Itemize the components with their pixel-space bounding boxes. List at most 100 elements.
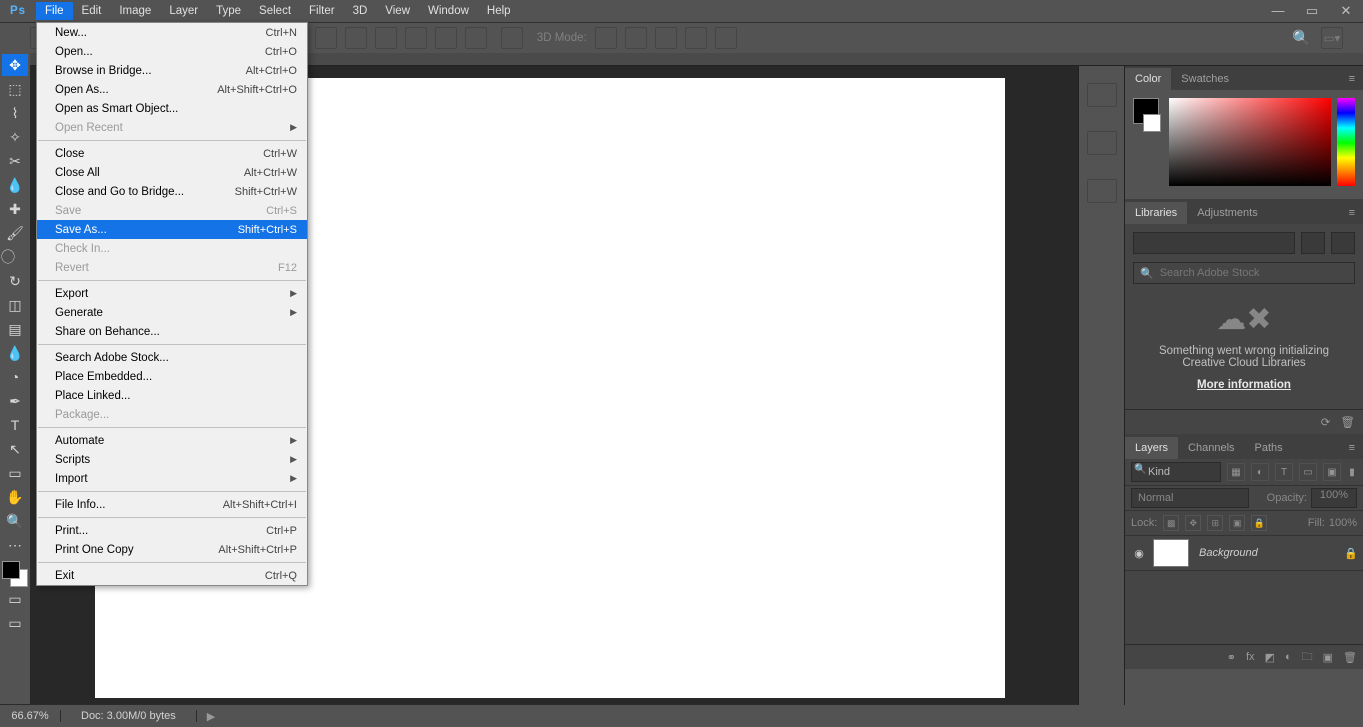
lock-pixels-icon[interactable]: ▩	[1163, 515, 1179, 531]
search-icon[interactable]: 🔍	[1292, 29, 1311, 47]
library-dropdown[interactable]	[1133, 232, 1295, 254]
history-icon[interactable]	[1087, 83, 1117, 107]
tool-blur[interactable]: 💧	[2, 342, 28, 364]
filter-smart-icon[interactable]: ▣	[1323, 463, 1341, 481]
file-menu-close[interactable]: CloseCtrl+W	[37, 144, 307, 163]
file-menu-scripts[interactable]: Scripts▶	[37, 450, 307, 469]
tool-magic-wand[interactable]: ✧	[2, 126, 28, 148]
blend-mode-select[interactable]: Normal	[1131, 488, 1249, 508]
file-menu-print-one-copy[interactable]: Print One CopyAlt+Shift+Ctrl+P	[37, 540, 307, 559]
menu-select[interactable]: Select	[250, 2, 300, 20]
tool-zoom[interactable]: 🔍	[2, 510, 28, 532]
layer-visibility-icon[interactable]: ◉	[1125, 547, 1153, 560]
tab-paths[interactable]: Paths	[1245, 437, 1293, 459]
menu-window[interactable]: Window	[419, 2, 478, 20]
tool-hand[interactable]: ✋	[2, 486, 28, 508]
filter-type-icon[interactable]: T	[1275, 463, 1293, 481]
auto-align-icon[interactable]	[501, 27, 523, 49]
tool-eyedropper[interactable]: 💧	[2, 174, 28, 196]
file-menu-file-info[interactable]: File Info...Alt+Shift+Ctrl+I	[37, 495, 307, 514]
link-layers-icon[interactable]: ⚭	[1227, 651, 1236, 664]
filter-pixel-icon[interactable]: ▦	[1227, 463, 1245, 481]
3d-zoom-icon[interactable]	[715, 27, 737, 49]
library-view-grid[interactable]	[1301, 232, 1325, 254]
tool-pen[interactable]: ✒	[2, 390, 28, 412]
status-zoom[interactable]: 66.67%	[0, 710, 61, 722]
close-button[interactable]: ✕	[1329, 3, 1363, 19]
file-menu-exit[interactable]: ExitCtrl+Q	[37, 566, 307, 585]
layers-panel-menu-icon[interactable]: ≡	[1341, 437, 1363, 459]
tool-history-brush[interactable]: ↻	[2, 270, 28, 292]
file-menu-export[interactable]: Export▶	[37, 284, 307, 303]
library-search[interactable]: 🔍 Search Adobe Stock	[1133, 262, 1355, 284]
file-menu-browse-in-bridge[interactable]: Browse in Bridge...Alt+Ctrl+O	[37, 61, 307, 80]
tab-layers[interactable]: Layers	[1125, 437, 1178, 459]
lock-position-icon[interactable]: ✥	[1185, 515, 1201, 531]
hue-slider[interactable]	[1337, 98, 1355, 186]
filter-shape-icon[interactable]: ▭	[1299, 463, 1317, 481]
workspace-switcher[interactable]: ▭▾	[1321, 27, 1343, 49]
tool-more[interactable]: ⋯	[2, 534, 28, 556]
dist-top-icon[interactable]	[315, 27, 337, 49]
adjustment-icon[interactable]: ◐	[1285, 651, 1292, 663]
fill-value[interactable]: 100%	[1329, 517, 1357, 529]
layer-thumbnail[interactable]	[1153, 539, 1189, 567]
3d-slide-icon[interactable]	[685, 27, 707, 49]
menu-edit[interactable]: Edit	[73, 2, 111, 20]
layer-name[interactable]: Background	[1199, 547, 1339, 559]
tab-adjustments[interactable]: Adjustments	[1187, 202, 1268, 224]
tool-crop[interactable]: ✂	[2, 150, 28, 172]
tool-dodge[interactable]: ◔	[2, 366, 28, 388]
menu-layer[interactable]: Layer	[160, 2, 207, 20]
lock-artboard-icon[interactable]: ⊞	[1207, 515, 1223, 531]
file-menu-open[interactable]: Open...Ctrl+O	[37, 42, 307, 61]
status-doc[interactable]: Doc: 3.00M/0 bytes	[61, 710, 197, 722]
file-menu-import[interactable]: Import▶	[37, 469, 307, 488]
layer-filter-kind[interactable]: Kind	[1131, 462, 1221, 482]
menu-filter[interactable]: Filter	[300, 2, 344, 20]
tool-type[interactable]: T	[2, 414, 28, 436]
dist-bottom-icon[interactable]	[375, 27, 397, 49]
tool-marquee[interactable]: ⬚	[2, 78, 28, 100]
dist-vc-icon[interactable]	[345, 27, 367, 49]
maximize-button[interactable]: ▭	[1295, 3, 1329, 19]
tool-eraser[interactable]: ◫	[2, 294, 28, 316]
menu-image[interactable]: Image	[110, 2, 160, 20]
dist-right-icon[interactable]	[465, 27, 487, 49]
tool-quick-mask[interactable]: ▭	[2, 588, 28, 610]
3d-pan-icon[interactable]	[655, 27, 677, 49]
menu-view[interactable]: View	[376, 2, 419, 20]
lock-all-icon[interactable]: 🔒	[1251, 515, 1267, 531]
group-icon[interactable]: 🗀	[1302, 648, 1313, 667]
file-menu-automate[interactable]: Automate▶	[37, 431, 307, 450]
tool-rectangle[interactable]: ▭	[2, 462, 28, 484]
tool-path-select[interactable]: ↖	[2, 438, 28, 460]
dist-left-icon[interactable]	[405, 27, 427, 49]
3d-roll-icon[interactable]	[625, 27, 647, 49]
filter-toggle[interactable]: ▮	[1347, 464, 1357, 480]
tab-libraries[interactable]: Libraries	[1125, 202, 1187, 224]
character-icon[interactable]	[1087, 179, 1117, 203]
properties-icon[interactable]	[1087, 131, 1117, 155]
library-trash-icon[interactable]: 🗑	[1340, 415, 1355, 429]
tab-channels[interactable]: Channels	[1178, 437, 1244, 459]
tool-gradient[interactable]: ▤	[2, 318, 28, 340]
file-menu-search-adobe-stock[interactable]: Search Adobe Stock...	[37, 348, 307, 367]
menu-3d[interactable]: 3D	[344, 2, 377, 20]
delete-layer-icon[interactable]: 🗑	[1343, 651, 1357, 664]
tool-brush[interactable]: 🖌	[2, 222, 28, 244]
layer-row[interactable]: ◉ Background 🔒	[1125, 536, 1363, 571]
color-field[interactable]	[1169, 98, 1331, 186]
tool-healing[interactable]: ✚	[2, 198, 28, 220]
minimize-button[interactable]: —	[1261, 3, 1295, 19]
file-menu-new[interactable]: New...Ctrl+N	[37, 23, 307, 42]
file-menu-open-as[interactable]: Open As...Alt+Shift+Ctrl+O	[37, 80, 307, 99]
file-menu-close-all[interactable]: Close AllAlt+Ctrl+W	[37, 163, 307, 182]
tool-lasso[interactable]: ⌇	[2, 102, 28, 124]
file-menu-generate[interactable]: Generate▶	[37, 303, 307, 322]
file-menu-print[interactable]: Print...Ctrl+P	[37, 521, 307, 540]
menu-file[interactable]: File	[36, 2, 73, 20]
file-menu-share-on-behance[interactable]: Share on Behance...	[37, 322, 307, 341]
tool-screen-mode[interactable]: ▭	[2, 612, 28, 634]
tab-color[interactable]: Color	[1125, 68, 1171, 90]
